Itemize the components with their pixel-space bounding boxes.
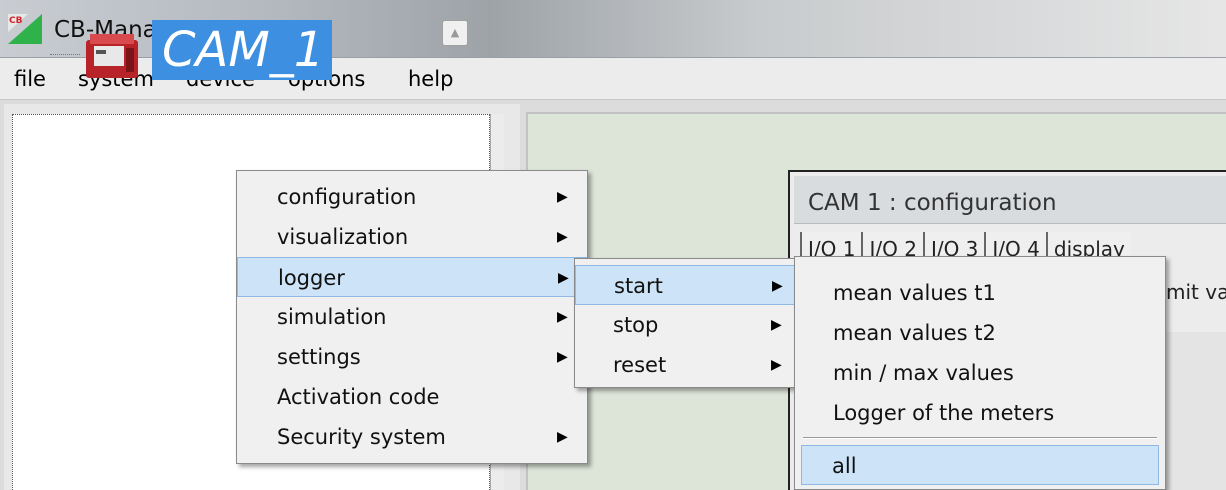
menu-item-logger[interactable]: logger ▶ (237, 257, 587, 297)
submenu-arrow-icon: ▶ (557, 229, 568, 245)
menu-file[interactable]: file (12, 64, 48, 94)
menu-item-simulation[interactable]: simulation ▶ (237, 297, 587, 337)
submenu-arrow-icon: ▶ (557, 189, 568, 205)
menu-item-min-max-values[interactable]: min / max values (795, 353, 1165, 393)
menu-item-mean-values-t2[interactable]: mean values t2 (795, 313, 1165, 353)
menu-item-configuration[interactable]: configuration ▶ (237, 177, 587, 217)
logger-submenu: start ▶ stop ▶ reset ▶ (574, 258, 796, 388)
device-icon (86, 34, 138, 78)
menu-item-stop[interactable]: stop ▶ (575, 305, 795, 345)
config-sub-label: mit va (1166, 280, 1226, 304)
menu-item-security-system[interactable]: Security system ▶ (237, 417, 587, 457)
menu-item-activation-code[interactable]: Activation code (237, 377, 587, 417)
menu-separator (803, 437, 1157, 439)
submenu-arrow-icon: ▶ (557, 349, 568, 365)
menu-item-mean-values-t1[interactable]: mean values t1 (795, 273, 1165, 313)
menu-item-logger-of-meters[interactable]: Logger of the meters (795, 393, 1165, 433)
scroll-up-button[interactable]: ▲ (442, 20, 468, 46)
submenu-arrow-icon: ▶ (771, 317, 782, 333)
start-submenu: mean values t1 mean values t2 min / max … (794, 256, 1166, 490)
submenu-arrow-icon: ▶ (558, 270, 569, 286)
svg-text:CB: CB (9, 16, 23, 26)
context-menu: configuration ▶ visualization ▶ logger ▶ si… (236, 170, 588, 464)
submenu-arrow-icon: ▶ (772, 278, 783, 294)
menu-item-all[interactable]: all (801, 445, 1159, 485)
submenu-arrow-icon: ▶ (557, 309, 568, 325)
menu-item-start[interactable]: start ▶ (575, 265, 795, 305)
tree-connector (50, 54, 80, 55)
config-window-title: CAM 1 : configuration (794, 176, 1226, 224)
submenu-arrow-icon: ▶ (771, 357, 782, 373)
menu-item-reset[interactable]: reset ▶ (575, 345, 795, 385)
menu-item-visualization[interactable]: visualization ▶ (237, 217, 587, 257)
submenu-arrow-icon: ▶ (557, 429, 568, 445)
menu-help[interactable]: help (406, 64, 455, 94)
app-logo-icon: CB (8, 14, 42, 44)
menu-item-settings[interactable]: settings ▶ (237, 337, 587, 377)
tree-node-cam1[interactable]: CAM_1 (152, 20, 332, 80)
